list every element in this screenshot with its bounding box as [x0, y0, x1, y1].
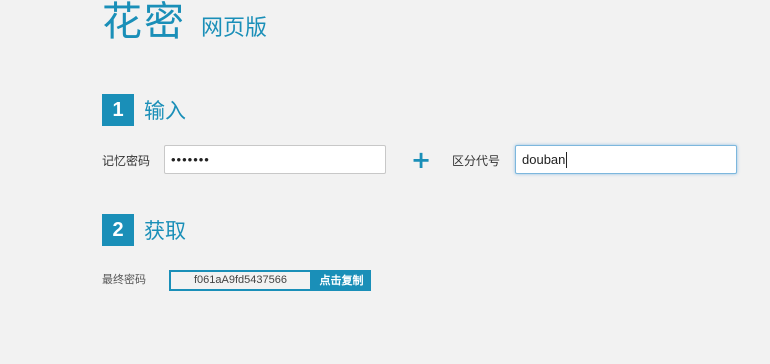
- app-logo: 花密: [102, 0, 186, 45]
- final-password-output[interactable]: f061aA9fd5437566: [169, 270, 312, 291]
- memory-password-input[interactable]: •••••••: [164, 145, 386, 174]
- page: 花密 网页版 1 输入 记忆密码 ••••••• + 区分代号 douban 2…: [0, 0, 770, 364]
- text-caret: [566, 151, 568, 168]
- distinguish-code-input[interactable]: douban: [515, 145, 737, 174]
- final-password-group: f061aA9fd5437566 点击复制: [169, 270, 371, 291]
- step-2-heading: 2 获取: [102, 214, 186, 246]
- memory-password-label: 记忆密码: [102, 154, 151, 168]
- final-password-label: 最终密码: [102, 273, 146, 286]
- distinguish-code-value: douban: [522, 152, 566, 167]
- step-1-number: 1: [102, 94, 134, 126]
- step-1-title: 输入: [144, 99, 186, 123]
- step-2-number: 2: [102, 214, 134, 246]
- plus-icon: +: [411, 146, 432, 174]
- app-subtitle: 网页版: [201, 16, 268, 41]
- step-2-title: 获取: [144, 219, 186, 243]
- distinguish-code-label: 区分代号: [452, 154, 501, 168]
- step-1-heading: 1 输入: [102, 94, 186, 126]
- memory-password-value: •••••••: [171, 152, 210, 167]
- copy-button[interactable]: 点击复制: [312, 270, 371, 291]
